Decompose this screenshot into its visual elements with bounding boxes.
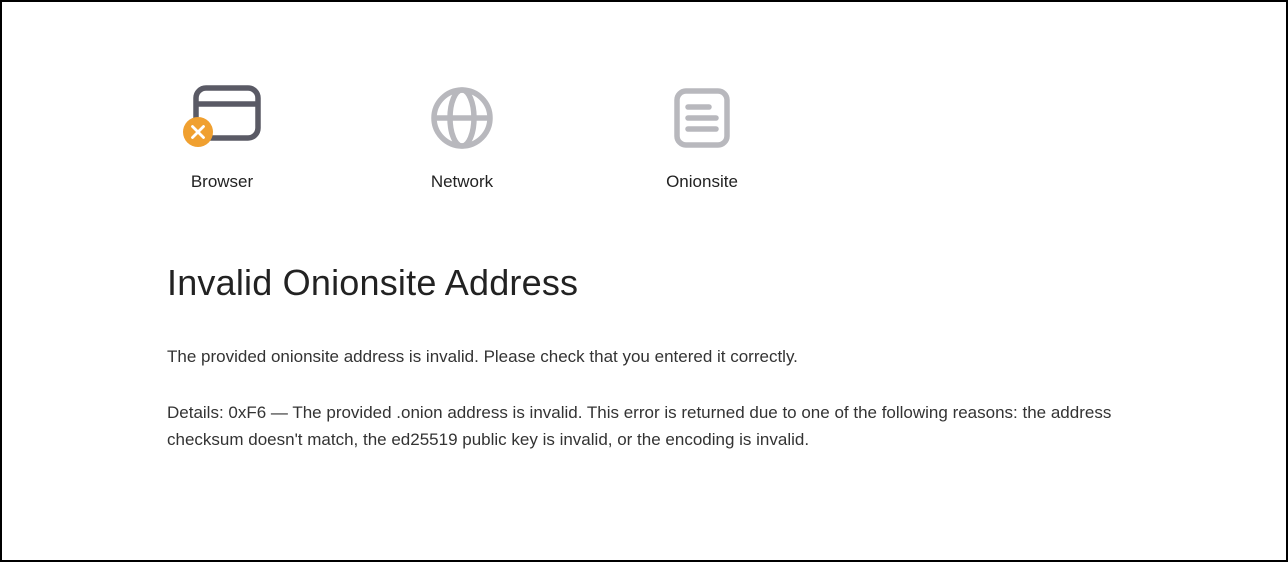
- network-label: Network: [431, 172, 493, 192]
- error-details: Details: 0xF6 — The provided .onion addr…: [167, 400, 1126, 453]
- onionsite-status: Onionsite: [647, 82, 757, 192]
- onionsite-label: Onionsite: [666, 172, 738, 192]
- status-icon-row: Browser Network Onionsite: [167, 82, 1126, 192]
- browser-icon: [182, 82, 262, 154]
- browser-label: Browser: [191, 172, 253, 192]
- network-status: Network: [407, 82, 517, 192]
- error-title: Invalid Onionsite Address: [167, 262, 1126, 304]
- error-message: The provided onionsite address is invali…: [167, 344, 1126, 370]
- document-icon: [669, 82, 735, 154]
- browser-status: Browser: [167, 82, 277, 192]
- globe-icon: [427, 82, 497, 154]
